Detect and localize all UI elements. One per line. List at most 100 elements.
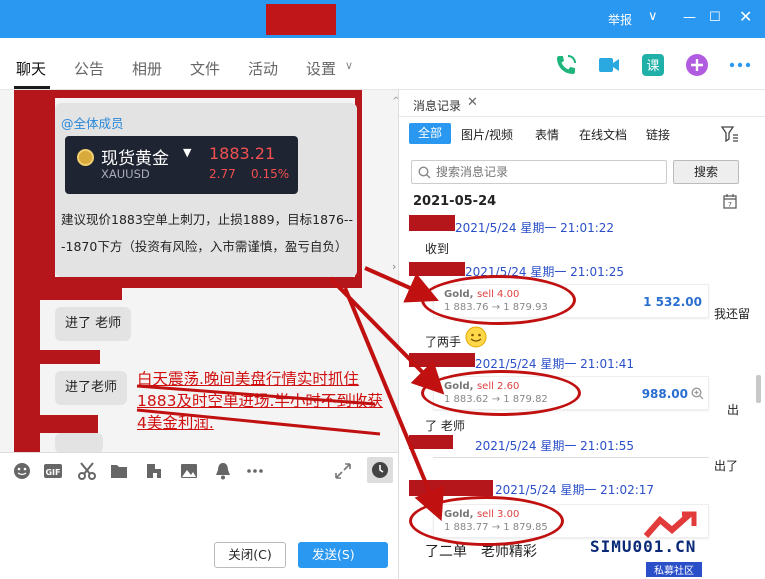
redaction-block (409, 480, 493, 496)
redaction-block (40, 415, 98, 433)
trade-value: 1 532.00 (643, 295, 702, 309)
filter-media[interactable]: 图片/视频 (461, 126, 513, 143)
folder-icon[interactable] (110, 462, 128, 480)
svg-text:7: 7 (728, 201, 732, 209)
filter-all[interactable]: 全部 (409, 123, 451, 144)
redaction-block (409, 435, 453, 449)
red-circle-annotation (421, 275, 576, 325)
more-icon[interactable] (728, 53, 752, 77)
chevron-down-icon[interactable]: ∨ (345, 59, 353, 72)
emoji-icon[interactable] (13, 462, 31, 480)
tab-bar: 聊天 公告 相册 文件 活动 设置 ∨ 课 (0, 38, 765, 90)
expand-panel-icon[interactable]: › (392, 260, 396, 273)
message-text: 建议现价1883空单上刺刀，止损1889，目标1876---1870下方（投资有… (61, 212, 353, 254)
caret-down-icon: ▼ (183, 146, 192, 159)
search-box[interactable] (411, 160, 667, 184)
tab-album[interactable]: 相册 (132, 58, 162, 79)
expand-icon[interactable] (334, 462, 352, 480)
watermark-subtext: 私募社区 (646, 562, 702, 577)
message-text: 出 (727, 403, 740, 417)
chart-strip (433, 457, 709, 469)
message-timestamp: 2021/5/24 星期一 21:01:55 (475, 439, 635, 453)
message-bubble[interactable] (55, 433, 103, 452)
message-timestamp: 2021/5/24 星期一 21:02:17 (495, 483, 655, 497)
redaction-block (40, 288, 122, 300)
filter-links[interactable]: 链接 (646, 126, 670, 143)
gold-price: 1883.21 (209, 144, 276, 163)
message-text: 了 老师 (425, 419, 465, 433)
report-button[interactable]: 举报 (608, 11, 632, 28)
scissors-icon[interactable] (78, 462, 96, 480)
watermark: SIMU001.CN 私募社区 (590, 510, 765, 579)
red-annotation: 白天震荡.晚间美盘行情实时抓住1883及时空单进场.半小时不到收获4美金利润. (137, 370, 383, 432)
filter-online-docs[interactable]: 在线文档 (579, 126, 627, 143)
doc-icon[interactable] (145, 462, 163, 480)
message-bubble[interactable]: 进了老师 (55, 371, 128, 405)
maximize-button[interactable]: ☐ (709, 10, 721, 25)
gold-name: 现货黄金 (101, 149, 169, 169)
voice-call-icon[interactable] (554, 53, 578, 77)
message-text: 出了 (714, 459, 739, 473)
calendar-icon[interactable]: 7 (723, 194, 737, 209)
image-icon[interactable] (180, 462, 198, 480)
gold-percent: 0.15% (251, 167, 290, 181)
gold-coin-icon (77, 149, 94, 166)
chevron-down-icon[interactable]: ∨ (648, 9, 658, 24)
send-label: 发送(S) (312, 547, 355, 562)
close-window-button[interactable]: ✕ (739, 7, 752, 26)
watermark-text: SIMU001.CN (590, 537, 697, 556)
bell-icon[interactable] (214, 462, 232, 480)
message-text: 了两手 (425, 335, 462, 349)
zoom-in-icon[interactable] (691, 387, 704, 400)
svg-text:课: 课 (646, 59, 659, 74)
message-timestamp: 2021/5/24 星期一 21:01:22 (455, 221, 615, 235)
smile-emoji-icon (465, 326, 487, 348)
add-app-icon[interactable] (685, 53, 709, 77)
close-button[interactable]: 关闭(C) (214, 542, 286, 568)
minimize-button[interactable]: — (683, 10, 696, 25)
more-tools-icon[interactable] (246, 462, 264, 480)
history-toggle[interactable] (367, 457, 393, 483)
message-text: 我还留 (714, 307, 751, 321)
message-bubble[interactable]: @全体成员 现货黄金 ▼ XAUUSD 1883.21 2.77 0.15% 建… (55, 103, 357, 277)
history-date: 2021-05-24 (413, 194, 497, 209)
message-composer[interactable]: GIF 关闭(C) 发送(S) ∨ (0, 452, 675, 579)
tab-settings[interactable]: 设置 (306, 58, 336, 79)
gold-symbol: XAUUSD (101, 167, 150, 181)
redaction-block (40, 98, 55, 288)
redaction-block (409, 262, 465, 276)
title-redaction (266, 4, 336, 35)
redaction-block (40, 350, 100, 364)
watermark-logo-icon (643, 511, 697, 538)
redaction-block (14, 90, 40, 452)
gold-quote-card[interactable]: 现货黄金 ▼ XAUUSD 1883.21 2.77 0.15% (65, 136, 298, 194)
active-tab-indicator (14, 86, 50, 89)
redaction-block (409, 353, 475, 367)
search-button[interactable]: 搜索 (673, 160, 739, 184)
tab-files[interactable]: 文件 (190, 58, 220, 79)
mention-all[interactable]: @全体成员 (61, 113, 124, 132)
history-title: 消息记录 (413, 99, 462, 113)
send-button[interactable]: 发送(S) ∨ (298, 542, 675, 568)
tab-chat[interactable]: 聊天 (16, 58, 46, 79)
chat-pane[interactable]: @全体成员 现货黄金 ▼ XAUUSD 1883.21 2.77 0.15% 建… (0, 90, 398, 452)
gold-change: 2.77 (209, 167, 236, 181)
filter-icon[interactable] (721, 126, 739, 142)
history-scrollbar[interactable] (756, 375, 761, 403)
tab-activity[interactable]: 活动 (248, 58, 278, 79)
title-bar: 举报 ∨ — ☐ ✕ (0, 0, 765, 38)
search-input[interactable] (436, 164, 656, 180)
close-history-icon[interactable]: ✕ (467, 95, 478, 110)
redaction-block (409, 215, 455, 231)
red-circle-annotation (409, 496, 564, 546)
message-bubble[interactable]: 进了 老师 (55, 307, 132, 341)
message-text: 收到 (425, 242, 450, 256)
search-icon (418, 166, 431, 179)
video-call-icon[interactable] (597, 53, 621, 77)
tab-announcement[interactable]: 公告 (74, 58, 104, 79)
class-icon[interactable]: 课 (641, 53, 665, 77)
divider (399, 116, 765, 117)
gif-icon[interactable]: GIF (44, 462, 62, 480)
message-history-pane[interactable]: 消息记录 ✕ 全部 图片/视频 表情 在线文档 链接 搜索 2021-05-24… (398, 90, 765, 579)
filter-emoji[interactable]: 表情 (535, 126, 559, 143)
